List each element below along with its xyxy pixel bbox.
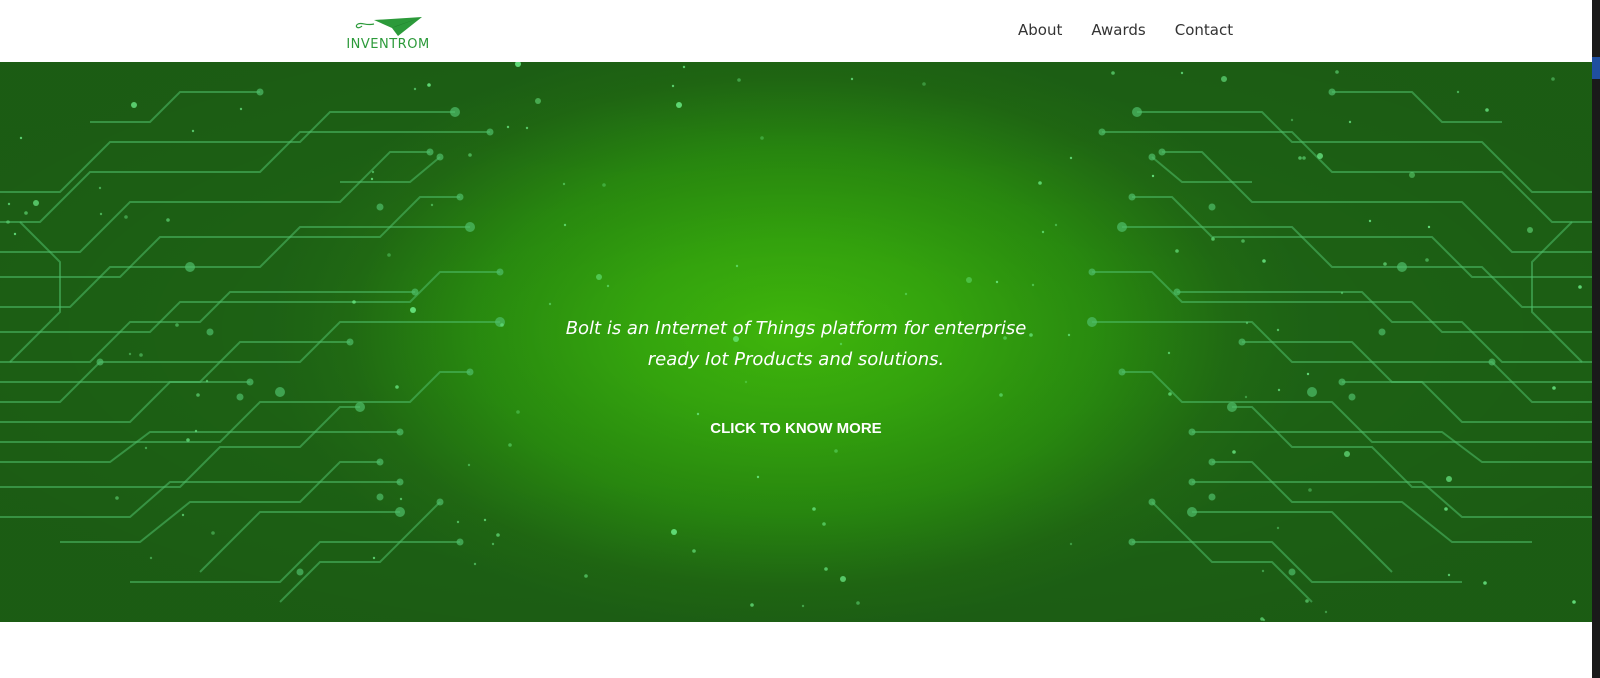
hero-tagline: Bolt is an Internet of Things platform f… [0,313,1592,375]
nav-awards[interactable]: Awards [1091,19,1145,41]
hero-tagline-line-2: ready Iot Products and solutions. [647,349,945,370]
window-edge [1592,0,1600,678]
logo-link[interactable]: INVENTROM [334,12,442,54]
page: INVENTROM About Awards Contact Bolt is a… [0,0,1600,678]
window-edge-accent [1592,57,1600,79]
logo-text: INVENTROM [346,37,430,52]
site-header: INVENTROM About Awards Contact [0,0,1592,62]
hero-cta-wrap: CLICK TO KNOW MORE [0,418,1592,437]
nav-contact[interactable]: Contact [1175,19,1233,41]
main-nav: About Awards Contact [1018,19,1233,41]
know-more-button[interactable]: CLICK TO KNOW MORE [710,420,881,437]
nav-about[interactable]: About [1018,19,1062,41]
hero-tagline-line-1: Bolt is an Internet of Things platform f… [565,318,1027,339]
hero-banner: Bolt is an Internet of Things platform f… [0,62,1592,622]
